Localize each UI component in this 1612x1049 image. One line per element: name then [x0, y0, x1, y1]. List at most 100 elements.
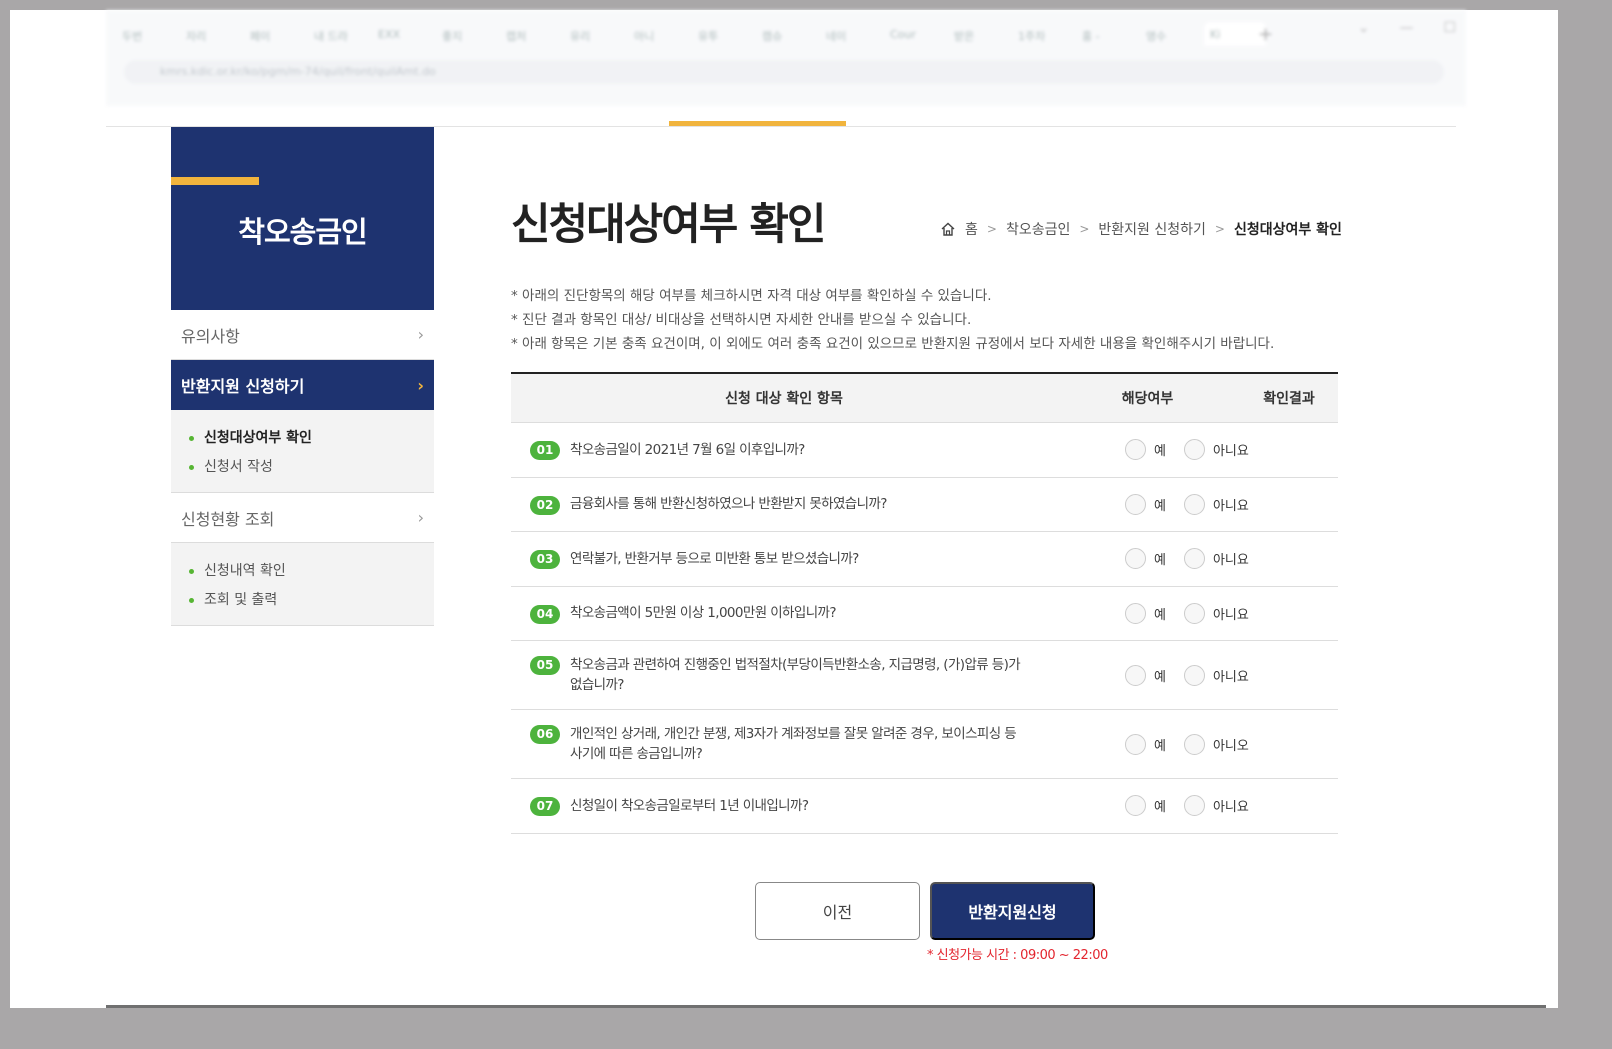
- browser-tab[interactable]: 홍 -: [1076, 22, 1134, 46]
- no-radio[interactable]: [1183, 795, 1205, 817]
- answer-options: 예 아니요: [1125, 795, 1267, 817]
- yes-radio[interactable]: [1125, 602, 1146, 624]
- browser-tab[interactable]: 영수: [1140, 22, 1198, 46]
- submenu-item-application-form[interactable]: 신청서 작성: [189, 453, 434, 482]
- question-text: 착오송금액이 5만원 이상 1,000만원 이하입니까?: [570, 605, 837, 622]
- yes-radio[interactable]: [1125, 733, 1146, 755]
- sidebar-submenu-apply: 신청대상여부 확인 신청서 작성: [171, 410, 434, 493]
- maximize-icon[interactable]: ☐: [1443, 20, 1456, 36]
- chevron-right-icon: ›: [417, 325, 424, 344]
- browser-tab[interactable]: 1주차: [1012, 22, 1070, 46]
- browser-tab[interactable]: 페이: [244, 22, 302, 46]
- no-label[interactable]: 아니요: [1213, 440, 1249, 459]
- no-label[interactable]: 아니요: [1213, 796, 1249, 815]
- browser-tab[interactable]: 받은: [948, 22, 1006, 46]
- browser-tab[interactable]: 아니: [628, 22, 686, 46]
- page-title: 신청대상여부 확인: [511, 200, 826, 250]
- chevron-down-icon[interactable]: ⌄: [1358, 20, 1370, 36]
- no-radio[interactable]: [1183, 664, 1205, 686]
- yes-radio[interactable]: [1125, 548, 1146, 570]
- browser-tab[interactable]: 좋지: [436, 22, 494, 46]
- available-hours-note: * 신청가능 시간 : 09:00 ~ 22:00: [927, 948, 1108, 963]
- yes-label[interactable]: 예: [1154, 735, 1166, 754]
- no-label[interactable]: 아니오: [1213, 735, 1249, 754]
- sidebar-item-status[interactable]: 신청현황 조회 ›: [171, 493, 434, 543]
- bottom-border: [106, 1005, 1546, 1008]
- browser-tab[interactable]: 자리: [180, 22, 238, 46]
- submenu-item-print[interactable]: 조회 및 출력: [189, 586, 434, 615]
- no-radio[interactable]: [1183, 733, 1205, 755]
- browser-tab[interactable]: 캠슈: [756, 22, 814, 46]
- no-radio[interactable]: [1183, 548, 1205, 570]
- bullet-icon: [189, 465, 194, 470]
- prev-button[interactable]: 이전: [755, 882, 920, 940]
- chevron-right-icon: >: [1079, 222, 1090, 236]
- yes-label[interactable]: 예: [1154, 440, 1166, 459]
- address-bar[interactable]: kmrs.kdic.or.kr/ko/pgm/m-74/quil/front/q…: [124, 60, 1444, 84]
- yes-label[interactable]: 예: [1154, 796, 1166, 815]
- no-label[interactable]: 아니요: [1213, 495, 1249, 514]
- sidebar-submenu-status: 신청내역 확인 조회 및 출력: [171, 543, 434, 626]
- no-radio[interactable]: [1183, 493, 1205, 515]
- sidebar-item-apply[interactable]: 반환지원 신청하기 ›: [171, 360, 434, 410]
- breadcrumb-home[interactable]: 홈: [965, 219, 978, 239]
- yes-radio[interactable]: [1125, 664, 1146, 686]
- breadcrumb: 홈 > 착오송금인 > 반환지원 신청하기 > 신청대상여부 확인: [940, 219, 1342, 239]
- question-text: 착오송금과 관련하여 진행중인 법적절차(부당이득반환소송, 지급명령, (가)…: [570, 657, 1021, 693]
- sidebar-item-label: 신청현황 조회: [181, 509, 275, 529]
- bullet-icon: [189, 598, 194, 603]
- bullet-icon: [189, 569, 194, 574]
- no-radio[interactable]: [1183, 439, 1205, 461]
- sidebar: 착오송금인 유의사항 › 반환지원 신청하기 › 신청대상여부 확인 신청서 작…: [171, 127, 434, 626]
- question-number-badge: 06: [530, 725, 560, 744]
- column-header-applicable: 해당여부: [1121, 391, 1174, 407]
- browser-tab[interactable]: 네이: [820, 22, 878, 46]
- no-radio[interactable]: [1183, 602, 1205, 624]
- apply-button[interactable]: 반환지원신청: [930, 882, 1095, 940]
- question-number-badge: 03: [530, 550, 560, 569]
- submenu-item-label: 신청서 작성: [204, 459, 273, 475]
- answer-options: 예 아니요: [1125, 439, 1267, 461]
- new-tab-icon[interactable]: +: [1258, 24, 1273, 45]
- yes-radio[interactable]: [1125, 493, 1146, 515]
- browser-tab[interactable]: EXX: [372, 22, 430, 46]
- browser-tab-strip: 두번 자리 페이 내 드라 EXX 좋지 캡처 유리 아니 유투 캠슈 네이 C…: [116, 22, 1266, 48]
- browser-tab[interactable]: 유리: [564, 22, 622, 46]
- question-text: 착오송금일이 2021년 7월 6일 이후입니까?: [570, 441, 805, 458]
- answer-options: 예 아니요: [1125, 664, 1267, 686]
- submenu-item-history[interactable]: 신청내역 확인: [189, 557, 434, 586]
- no-label[interactable]: 아니요: [1213, 549, 1249, 568]
- question-text: 금융회사를 통해 반환신청하였으나 반환받지 못하였습니까?: [570, 496, 887, 513]
- guide-note: 진단 결과 항목인 대상/ 비대상을 선택하시면 자세한 안내를 받으실 수 있…: [511, 308, 1274, 332]
- chevron-right-icon: >: [1214, 222, 1225, 236]
- browser-tab[interactable]: 내 드라: [308, 22, 366, 46]
- chevron-right-icon: >: [986, 222, 997, 236]
- yes-radio[interactable]: [1125, 439, 1146, 461]
- browser-tab[interactable]: Cour: [884, 22, 942, 46]
- browser-tab[interactable]: 유투: [692, 22, 750, 46]
- yes-label[interactable]: 예: [1154, 495, 1166, 514]
- question-number-badge: 05: [530, 656, 560, 675]
- yes-label[interactable]: 예: [1154, 666, 1166, 685]
- browser-chrome: 두번 자리 페이 내 드라 EXX 좋지 캡처 유리 아니 유투 캠슈 네이 C…: [106, 10, 1466, 106]
- yes-label[interactable]: 예: [1154, 604, 1166, 623]
- breadcrumb-item[interactable]: 반환지원 신청하기: [1098, 219, 1206, 239]
- minimize-icon[interactable]: —: [1399, 20, 1413, 36]
- browser-tab-active[interactable]: Ki: [1204, 22, 1266, 46]
- browser-tab[interactable]: 캡처: [500, 22, 558, 46]
- no-label[interactable]: 아니요: [1213, 604, 1249, 623]
- table-row: 01 착오송금일이 2021년 7월 6일 이후입니까? 예 아니요: [511, 423, 1338, 478]
- submenu-item-eligibility[interactable]: 신청대상여부 확인: [189, 424, 434, 453]
- sidebar-item-label: 반환지원 신청하기: [181, 377, 305, 396]
- guide-note: 아래 항목은 기본 충족 요건이며, 이 외에도 여러 충족 요건이 있으므로 …: [511, 332, 1274, 356]
- browser-tab[interactable]: 두번: [116, 22, 174, 46]
- yes-radio[interactable]: [1125, 795, 1146, 817]
- breadcrumb-item[interactable]: 착오송금인: [1006, 219, 1070, 239]
- sidebar-item-notice[interactable]: 유의사항 ›: [171, 310, 434, 360]
- answer-options: 예 아니오: [1125, 733, 1267, 755]
- answer-options: 예 아니요: [1125, 548, 1267, 570]
- yes-label[interactable]: 예: [1154, 549, 1166, 568]
- sidebar-header: 착오송금인: [171, 127, 434, 310]
- no-label[interactable]: 아니요: [1213, 666, 1249, 685]
- sidebar-item-label: 유의사항: [181, 326, 240, 346]
